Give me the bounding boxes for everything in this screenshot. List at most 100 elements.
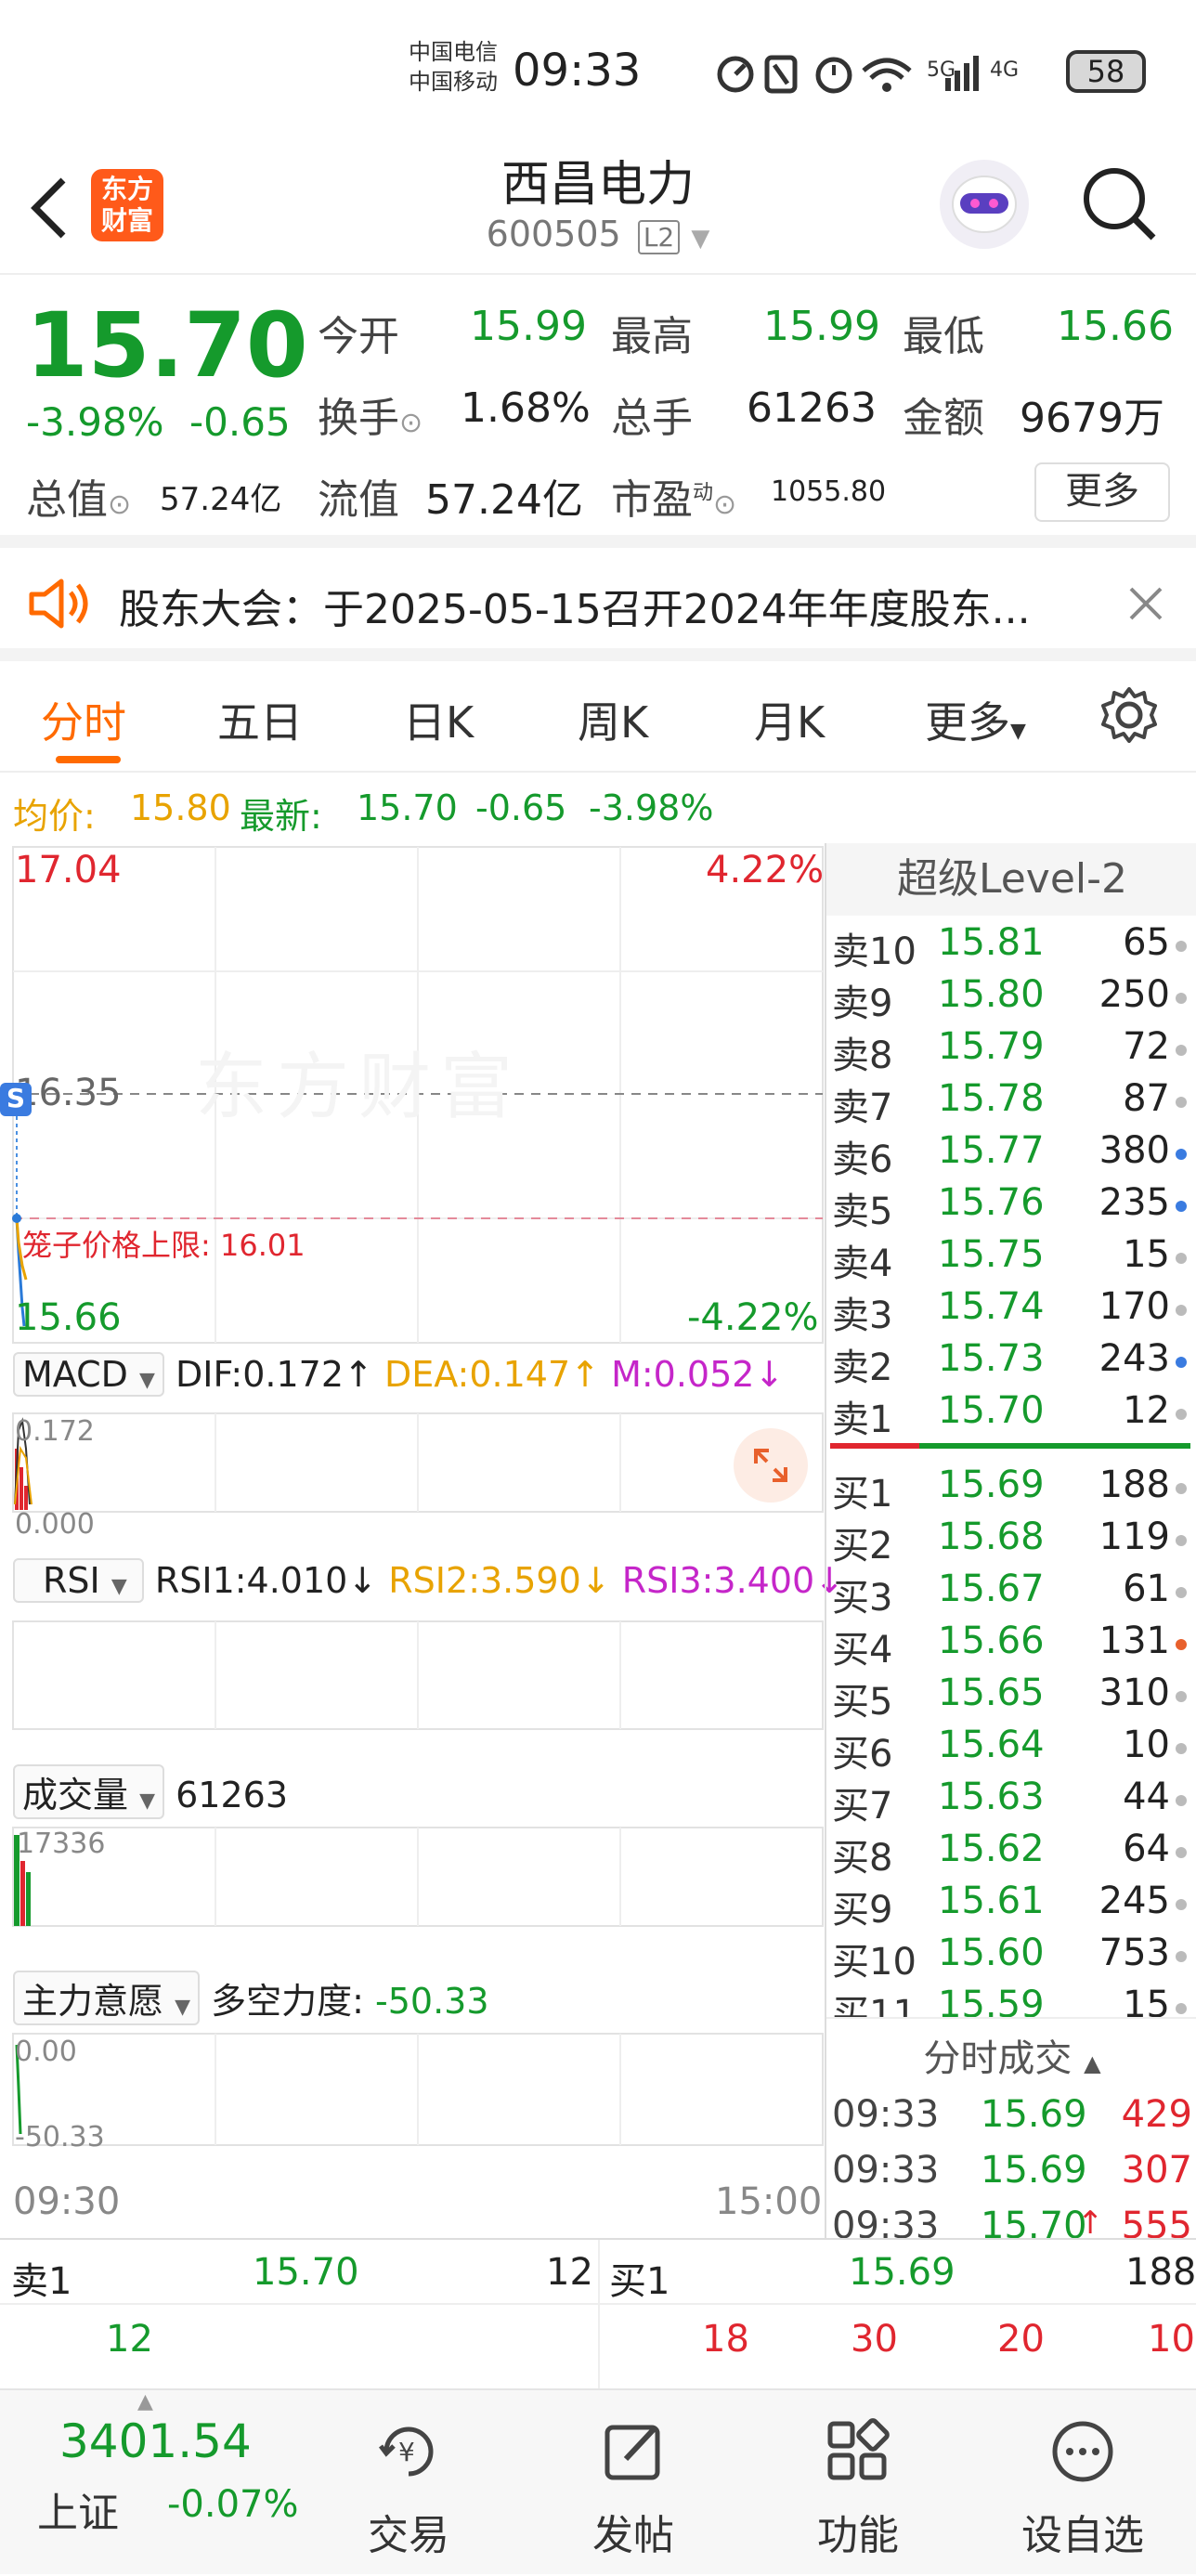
volume-selector[interactable]: 成交量 ▼ [13,1764,165,1819]
macd-selector[interactable]: MACD ▼ [13,1352,164,1397]
buy-level-row[interactable]: 买10 15.60 753 [826,1928,1196,1984]
buy-level-price: 15.68 [938,1516,1045,1558]
sell-level-label: 卖5 [832,1190,893,1233]
arrow-down-icon: ↓ [754,1354,785,1395]
sell-level-volume: 87 [1123,1077,1170,1120]
sell-level-price: 15.76 [938,1181,1045,1224]
latest-value: 15.70 [357,787,458,828]
volume-chart[interactable] [0,1826,825,1928]
sell-level-row[interactable]: 卖1 15.70 12 [826,1386,1196,1441]
buy-level-volume: 64 [1123,1828,1170,1870]
sell-level-row[interactable]: 卖3 15.74 170 [826,1281,1196,1337]
sell-level-row[interactable]: 卖2 15.73 243 [826,1334,1196,1389]
robot-icon [952,176,1017,233]
book-title[interactable]: 超级Level-2 [826,843,1196,916]
mcap-label[interactable]: 总值⊙ [26,466,131,526]
macd-dif: DIF:0.172 [176,1354,344,1395]
tab-active-indicator [56,756,121,763]
buy-level-row[interactable]: 买1 15.69 188 [826,1460,1196,1516]
sell-level-row[interactable]: 卖9 15.80 250 [826,969,1196,1025]
ticks-panel[interactable]: 分时成交 ▲ 09:33 15.69 429 09:33 15.69 307 09:33 15… [826,2017,1196,2247]
buy-level-row[interactable]: 买4 15.66 131 [826,1616,1196,1672]
arrow-down-icon: ↓ [580,1560,611,1601]
order-dot-icon [1176,1045,1187,1056]
search-button[interactable] [1077,162,1161,245]
high-label: 最高 [611,313,693,360]
sell-level-row[interactable]: 卖8 15.79 72 [826,1021,1196,1077]
buy-level-row[interactable]: 买3 15.67 61 [826,1564,1196,1620]
l1-buy-price: 15.69 [849,2251,956,2294]
rsi-chart[interactable] [0,1620,825,1731]
s-badge[interactable]: S [0,1083,32,1116]
nav-functions-label: 功能 [817,2512,899,2559]
buy-level-row[interactable]: 买7 15.63 44 [826,1772,1196,1828]
chart-area[interactable]: 东方财富 17.04 4.22% 16.35 S 笼子价格上限: 16.01 1… [0,843,844,2238]
buy-level-price: 15.67 [938,1568,1045,1610]
sell-level-row[interactable]: 卖4 15.75 15 [826,1229,1196,1285]
tab-weekly-k[interactable]: 周K [578,689,648,750]
force-selector[interactable]: 主力意愿 ▼ [13,1971,201,2025]
order-dot-icon [1176,1357,1187,1368]
assistant-avatar[interactable] [940,160,1029,249]
buy-level-label: 买5 [832,1681,893,1724]
notice-bar[interactable]: 股东大会：于2025-05-15召开2024年年度股东... [0,548,1196,661]
pe-label[interactable]: 市盈动⊙ [611,466,736,526]
cage-limit: 笼子价格上限: 16.01 [22,1222,306,1265]
tick-time: 09:33 [832,2093,940,2136]
sell-level-row[interactable]: 卖7 15.78 87 [826,1073,1196,1129]
latest-label: 最新: [240,796,322,837]
sell-level-row[interactable]: 卖5 15.76 235 [826,1177,1196,1233]
gear-icon[interactable] [1099,685,1159,745]
force-chart[interactable] [0,2032,825,2147]
macd-header: MACD ▼ DIF:0.172↑ DEA:0.147↑ M:0.052↓ [13,1352,784,1397]
macd-chart[interactable] [0,1412,825,1514]
sell-level-price: 15.75 [938,1233,1045,1276]
index-widget[interactable]: ▲ 3401.54 上证 -0.07% [0,2390,299,2576]
buy-queue-item: 10 [1148,2318,1195,2361]
tab-monthly-k[interactable]: 月K [754,689,825,750]
buy-level-row[interactable]: 买9 15.61 245 [826,1876,1196,1932]
tab-five-day[interactable]: 五日 [217,689,303,750]
tab-more[interactable]: 更多▼ [925,689,1026,750]
ticks-title[interactable]: 分时成交 ▲ [826,2028,1196,2082]
expand-button[interactable] [734,1428,808,1503]
more-button[interactable]: 更多 [1034,462,1170,522]
buy-level-row[interactable]: 买6 15.64 10 [826,1720,1196,1776]
sell-level-row[interactable]: 卖10 15.81 65 [826,917,1196,973]
change-percent: -3.98% [26,399,164,445]
carrier-1: 中国电信 [409,39,498,65]
caret-down-icon: ▼ [1010,720,1026,743]
tick-price: 15.69 [981,2093,1087,2136]
order-dot-icon [1176,1639,1187,1650]
turnover-label[interactable]: 换手⊙ [318,384,422,444]
sell-level-price: 15.81 [938,921,1045,964]
carrier-2: 中国移动 [409,69,498,95]
order-dot-icon [1176,1483,1187,1494]
rsi-1: RSI1:4.010 [154,1560,348,1601]
arrow-down-icon: ↓ [347,1560,378,1601]
volume-total: 61263 [176,1775,289,1815]
rsi-selector[interactable]: RSI ▼ [13,1558,144,1603]
signal-icons: 5G 4G [717,55,1019,94]
sell-level-row[interactable]: 卖6 15.77 380 [826,1125,1196,1181]
buy-level-label: 买10 [832,1941,916,1984]
buy-level-row[interactable]: 买8 15.62 64 [826,1824,1196,1880]
buy-level-row[interactable]: 买5 15.65 310 [826,1668,1196,1724]
status-bar: 中国电信 中国移动 09:33 5G 4G 58 [0,0,1196,139]
chart-tabs: 分时 五日 日K 周K 月K 更多▼ [0,661,1196,773]
buy-level-volume: 188 [1098,1464,1170,1506]
turnover-value: 1.68% [461,384,591,432]
low-label: 最低 [903,313,984,360]
buy-level-row[interactable]: 买2 15.68 119 [826,1512,1196,1568]
tab-more-label: 更多 [925,697,1010,748]
buy-level-price: 15.66 [938,1620,1045,1662]
close-icon[interactable] [1125,583,1166,624]
net-2: 4G [990,59,1019,82]
tab-daily-k[interactable]: 日K [403,689,474,750]
buy-level-volume: 245 [1098,1880,1170,1922]
tab-intraday[interactable]: 分时 [41,689,126,750]
avg-value: 15.80 [130,787,231,828]
grid-icon [827,2418,890,2480]
change-amount: -0.65 [189,399,291,445]
macd-dea: DEA:0.147 [384,1354,571,1395]
